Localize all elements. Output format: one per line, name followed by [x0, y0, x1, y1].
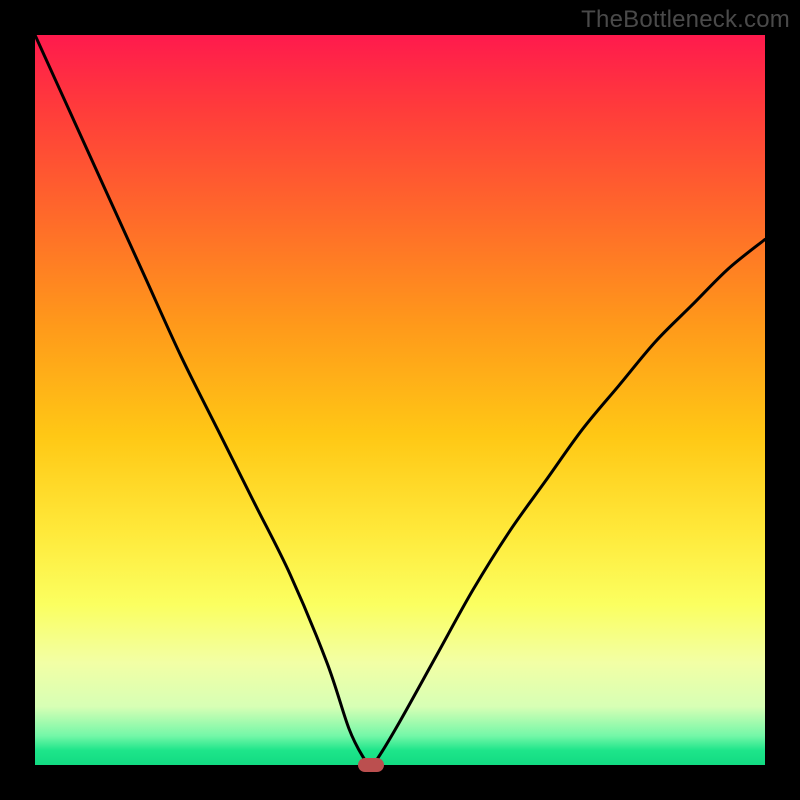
optimal-point-marker	[358, 758, 384, 772]
curve-svg	[35, 35, 765, 765]
watermark-text: TheBottleneck.com	[581, 6, 790, 34]
plot-area	[35, 35, 765, 765]
chart-frame: TheBottleneck.com	[0, 0, 800, 800]
bottleneck-curve	[35, 35, 765, 765]
